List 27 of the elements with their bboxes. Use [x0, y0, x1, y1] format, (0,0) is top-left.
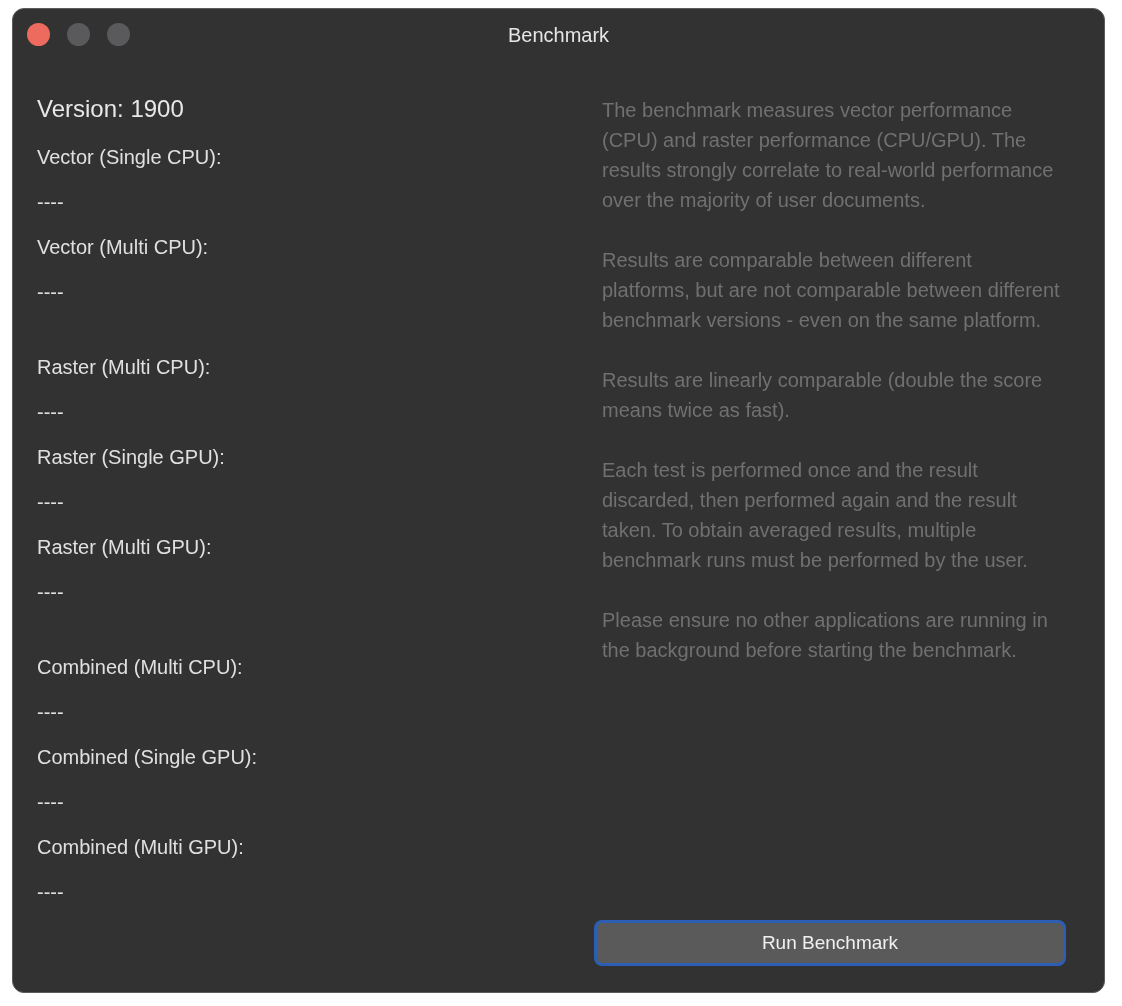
- result-label: Combined (Multi GPU):: [37, 835, 245, 860]
- close-button[interactable]: [27, 23, 50, 46]
- version-label: Version: 1900: [37, 94, 185, 124]
- result-label: Vector (Single CPU):: [37, 145, 223, 170]
- description-paragraph: The benchmark measures vector performance (CPU) and raster performance (CPU/GPU). The results strongly correlate to real-world performance over the majority of user documents.: [602, 98, 1055, 213]
- description-paragraph: Each test is performed once and the result discarded, then performed again and the result taken. To obtain averaged results, multiple benchmark runs must be performed by the user.: [602, 458, 1029, 573]
- result-label: Vector (Multi CPU):: [37, 235, 210, 260]
- result-value: ----: [37, 580, 65, 605]
- description-paragraph: Results are comparable between different platforms, but are not comparable between different benchmark versions - even on the same platform.: [602, 248, 1061, 333]
- result-label: Raster (Multi CPU):: [37, 355, 212, 380]
- result-value: ----: [37, 280, 65, 305]
- minimize-button[interactable]: [67, 23, 90, 46]
- result-label: Raster (Multi GPU):: [37, 535, 213, 560]
- run-benchmark-button[interactable]: Run Benchmark: [594, 920, 1066, 966]
- result-value: ----: [37, 700, 65, 725]
- description-paragraph: Results are linearly comparable (double the score means twice as fast).: [602, 368, 1044, 423]
- result-label: Combined (Single GPU):: [37, 745, 259, 770]
- result-label: Raster (Single GPU):: [37, 445, 226, 470]
- result-value: ----: [37, 880, 65, 905]
- result-label: Combined (Multi CPU):: [37, 655, 244, 680]
- zoom-button[interactable]: [107, 23, 130, 46]
- result-value: ----: [37, 790, 65, 815]
- window-title: Benchmark: [507, 23, 610, 47]
- result-value: ----: [37, 400, 65, 425]
- result-value: ----: [37, 490, 65, 515]
- description-paragraph: Please ensure no other applications are running in the background before starting the benchmark.: [602, 608, 1049, 663]
- result-value: ----: [37, 190, 65, 215]
